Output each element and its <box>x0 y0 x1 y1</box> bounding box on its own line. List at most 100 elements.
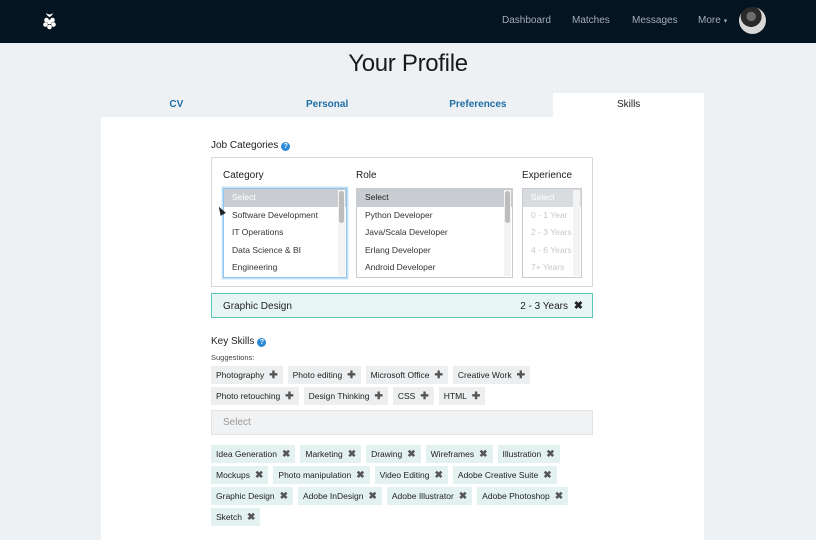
suggestion-tag[interactable]: Photo retouching ✚ <box>211 387 299 405</box>
role-option[interactable]: Select <box>357 189 512 207</box>
tab-skills[interactable]: Skills <box>553 93 704 117</box>
selected-skills-row: Idea Generation ✖ Marketing ✖ Drawing ✖ Wir… <box>211 445 565 463</box>
suggestion-tag[interactable]: Creative Work ✚ <box>452 366 530 384</box>
category-option[interactable]: IT Operations <box>224 224 346 242</box>
suggestion-tag[interactable]: Microsoft Office ✚ <box>365 366 448 384</box>
role-option[interactable]: Java/Scala Developer <box>357 224 512 242</box>
close-icon[interactable]: ✖ <box>356 470 364 481</box>
close-icon[interactable]: ✖ <box>280 491 288 502</box>
close-icon[interactable]: ✖ <box>555 491 563 502</box>
skill-label: Drawing <box>371 449 403 459</box>
plus-icon: ✚ <box>434 370 443 381</box>
experience-listbox: Select 0 - 1 Year 2 - 3 Years 4 - 6 Year… <box>522 188 582 278</box>
suggestion-tag[interactable]: CSS ✚ <box>392 387 434 405</box>
role-listbox[interactable]: Select Python Developer Java/Scala Devel… <box>356 188 513 278</box>
key-skills-heading: Key Skills? <box>211 336 267 347</box>
skill-label: Mockups <box>216 470 251 480</box>
tab-cv[interactable]: CV <box>101 93 252 117</box>
selected-category-experience: 2 - 3 Years <box>520 301 568 312</box>
skill-label: Adobe Photoshop <box>482 491 550 501</box>
close-icon[interactable]: ✖ <box>574 299 583 312</box>
close-icon[interactable]: ✖ <box>407 449 415 460</box>
nav-dashboard-link[interactable]: Dashboard <box>502 15 551 26</box>
tab-personal[interactable]: Personal <box>252 93 403 117</box>
suggestion-tag[interactable]: Photography ✚ <box>211 366 283 384</box>
skill-tag: Photo manipulation ✖ <box>273 466 370 484</box>
help-icon[interactable]: ? <box>281 142 291 151</box>
skill-label: Marketing <box>305 449 343 459</box>
suggestion-label: HTML <box>443 391 467 401</box>
close-icon[interactable]: ✖ <box>479 449 487 460</box>
suggestion-label: CSS <box>397 391 416 401</box>
selected-skills-row: Graphic Design ✖ Adobe InDesign ✖ Adobe Il… <box>211 487 573 505</box>
skill-label: Adobe Illustrator <box>391 491 454 501</box>
close-icon[interactable]: ✖ <box>368 491 376 502</box>
category-option[interactable]: Data Science & BI <box>224 242 346 260</box>
user-avatar[interactable] <box>739 7 766 34</box>
close-icon[interactable]: ✖ <box>247 512 255 523</box>
role-option[interactable]: Erlang Developer <box>357 242 512 260</box>
plus-icon: ✚ <box>285 391 294 402</box>
close-icon[interactable]: ✖ <box>543 470 551 481</box>
skills-select-input[interactable]: Select <box>211 410 593 435</box>
suggestions-label: Suggestions: <box>211 353 255 362</box>
skill-tag: Adobe Photoshop ✖ <box>477 487 569 505</box>
selected-skills-row: Mockups ✖ Photo manipulation ✖ Video Editi… <box>211 466 562 484</box>
key-skills-label: Key Skills <box>211 336 255 347</box>
tab-preferences[interactable]: Preferences <box>403 93 554 117</box>
skill-tag: Graphic Design ✖ <box>211 487 293 505</box>
suggestion-label: Creative Work <box>457 370 512 380</box>
skill-label: Adobe Creative Suite <box>457 470 539 480</box>
skill-label: Idea Generation <box>216 449 277 459</box>
suggestion-tag[interactable]: Photo editing ✚ <box>287 366 361 384</box>
close-icon[interactable]: ✖ <box>255 470 263 481</box>
suggestion-label: Design Thinking <box>308 391 370 401</box>
skill-label: Graphic Design <box>216 491 275 501</box>
skill-label: Video Editing <box>379 470 430 480</box>
role-option[interactable]: Python Developer <box>357 207 512 225</box>
close-icon[interactable]: ✖ <box>282 449 290 460</box>
category-column-title: Category <box>223 170 264 181</box>
profile-tabs: CV Personal Preferences Skills <box>101 93 704 117</box>
close-icon[interactable]: ✖ <box>459 491 467 502</box>
skill-label: Sketch <box>216 512 242 522</box>
raspberry-logo-icon[interactable] <box>41 11 58 31</box>
chevron-down-icon: ▾ <box>723 18 728 25</box>
help-icon[interactable]: ? <box>257 338 267 347</box>
suggestion-row: Photography ✚ Photo editing ✚ Microsoft Of… <box>211 366 535 384</box>
scroll-thumb[interactable] <box>339 191 344 223</box>
selected-job-category: Graphic Design 2 - 3 Years ✖ <box>211 293 593 318</box>
role-column-title: Role <box>356 170 377 181</box>
suggestion-tag[interactable]: Design Thinking ✚ <box>303 387 388 405</box>
selected-category-name: Graphic Design <box>223 301 292 312</box>
close-icon[interactable]: ✖ <box>546 449 554 460</box>
skill-tag: Idea Generation ✖ <box>211 445 296 463</box>
job-category-picker: Category Role Experience Select Software… <box>211 157 593 287</box>
category-listbox[interactable]: Select Software Development IT Operation… <box>223 188 347 278</box>
plus-icon: ✚ <box>471 391 481 402</box>
scroll-thumb[interactable] <box>505 191 510 223</box>
suggestion-tag[interactable]: HTML ✚ <box>438 387 486 405</box>
role-option[interactable]: Android Developer <box>357 259 512 277</box>
nav-more-menu[interactable]: More ▾ <box>698 15 727 26</box>
close-icon[interactable]: ✖ <box>435 470 443 481</box>
suggestion-row: Photo retouching ✚ Design Thinking ✚ CSS ✚ … <box>211 387 490 405</box>
profile-card: CV Personal Preferences Skills Job Categ… <box>101 93 704 540</box>
plus-icon: ✚ <box>516 370 525 381</box>
nav-messages-link[interactable]: Messages <box>632 15 678 26</box>
category-option[interactable]: Engineering <box>224 259 346 277</box>
close-icon[interactable]: ✖ <box>348 449 356 460</box>
category-option[interactable]: Software Development <box>224 207 346 225</box>
plus-icon: ✚ <box>374 391 383 402</box>
nav-matches-link[interactable]: Matches <box>572 15 610 26</box>
role-scrollbar[interactable] <box>504 190 511 276</box>
skill-tag: Illustration ✖ <box>497 445 560 463</box>
top-navbar: Dashboard Matches Messages More ▾ <box>0 0 816 43</box>
skill-tag: Mockups ✖ <box>211 466 269 484</box>
selected-skills-row: Sketch ✖ <box>211 508 265 526</box>
suggestion-label: Microsoft Office <box>370 370 430 380</box>
category-option[interactable]: Select <box>224 189 346 207</box>
skill-tag: Drawing ✖ <box>366 445 421 463</box>
category-scrollbar[interactable] <box>338 190 345 276</box>
plus-icon: ✚ <box>269 370 278 381</box>
